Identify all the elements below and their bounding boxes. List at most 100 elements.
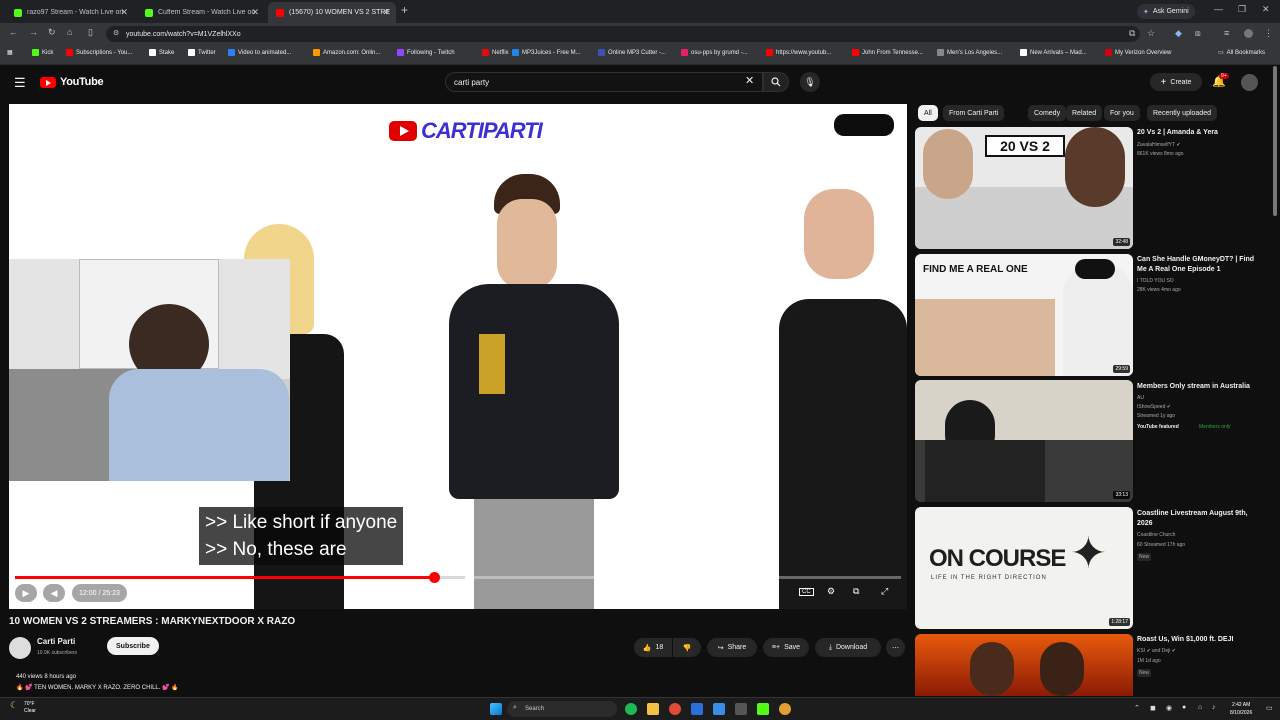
browser-tab-3[interactable]: (15670) 10 WOMEN VS 2 STRE ✕	[268, 2, 396, 23]
bookmark-item[interactable]: John From Tennesse...	[852, 49, 923, 56]
create-button[interactable]: + Create	[1150, 73, 1202, 91]
bookmark-item[interactable]: Amazon.com: Onlin...	[313, 49, 380, 56]
back-icon[interactable]: ←	[9, 27, 18, 37]
download-button[interactable]: ⤓ Download	[815, 638, 881, 657]
tray-app-icon[interactable]: ◉	[1166, 704, 1172, 712]
profile-avatar-icon[interactable]	[1244, 29, 1253, 38]
related-video-thumbnail[interactable]: FIND ME A REAL ONE 29:59	[915, 254, 1133, 376]
related-video-title[interactable]: 20 Vs 2 | Amanda & Yera	[1137, 128, 1262, 138]
play-button[interactable]: ▶	[15, 584, 37, 602]
apps-grid-icon[interactable]: ▦	[7, 49, 13, 56]
channel-name[interactable]: Carti Parti	[37, 637, 75, 646]
steam-icon[interactable]	[691, 703, 703, 715]
bookmark-item[interactable]: New Arrivals – Mad...	[1020, 49, 1087, 56]
filter-chip[interactable]: Recently uploaded	[1147, 105, 1217, 121]
video-description[interactable]: 🔥 💕 TEN WOMEN. MARKY X RAZO. ZERO CHILL.…	[16, 684, 179, 691]
filter-chip[interactable]: From Carti Parti	[943, 105, 1005, 121]
save-button[interactable]: ≡+ Save	[763, 638, 809, 657]
close-window-icon[interactable]: ✕	[1262, 4, 1270, 15]
related-video-title[interactable]: Can She Handle GMoneyDT? | Find Me A Rea…	[1137, 255, 1262, 275]
weather-widget[interactable]: 70°F Clear ☾	[10, 701, 36, 715]
bookmark-item[interactable]: Stake	[149, 49, 174, 56]
clear-search-icon[interactable]: ✕	[745, 74, 754, 87]
tray-overflow-icon[interactable]: ⌃	[1134, 704, 1140, 712]
all-bookmarks[interactable]: ▭ All Bookmarks	[1218, 49, 1265, 57]
close-tab-icon[interactable]: ✕	[251, 7, 259, 18]
close-tab-icon[interactable]: ✕	[120, 7, 128, 18]
account-avatar[interactable]	[1241, 74, 1258, 91]
extensions-puzzle-icon[interactable]: ⧈	[1195, 28, 1201, 39]
address-bar[interactable]: ⚙ youtube.com/watch?v=M1VZelhlXXo	[106, 26, 1140, 42]
filter-chip[interactable]: All	[918, 105, 938, 121]
close-tab-icon[interactable]: ✕	[382, 7, 390, 18]
bookmark-item[interactable]: Online MP3 Cutter -...	[598, 49, 666, 56]
spotify-icon[interactable]	[625, 703, 637, 715]
page-scrollbar[interactable]	[1273, 66, 1277, 216]
browser-tab-1[interactable]: razo97 Stream - Watch Live on ✕	[6, 2, 134, 23]
ask-gemini-button[interactable]: ✦ Ask Gemini	[1137, 4, 1195, 19]
related-video-title[interactable]: Members Only stream in Australia	[1137, 382, 1262, 392]
channel-avatar[interactable]	[9, 637, 31, 659]
home-icon[interactable]: ⌂	[67, 27, 72, 37]
windows-start-icon[interactable]	[490, 703, 502, 715]
tray-app-icon[interactable]: ●	[1182, 704, 1186, 711]
taskbar-search[interactable]: ⌕ Search	[507, 701, 617, 717]
chrome-canary-icon[interactable]	[779, 703, 791, 715]
like-button[interactable]: 👍 18	[634, 638, 672, 657]
voice-search-button[interactable]: 🎙	[800, 72, 820, 92]
subscribe-button[interactable]: Subscribe	[107, 637, 159, 655]
related-video-channel[interactable]: I TOLD YOU SO	[1137, 278, 1174, 285]
autoplay-toggle-icon[interactable]: ◉	[771, 586, 779, 597]
new-tab-button[interactable]: +	[401, 3, 408, 17]
bookmark-item[interactable]: Video to animated...	[228, 49, 291, 56]
subtitles-icon[interactable]: CC	[799, 588, 814, 596]
filter-chip[interactable]: For you	[1104, 105, 1140, 121]
taskbar-clock[interactable]: 2:42 AM 8/10/2026	[1230, 701, 1252, 717]
kick-app-icon[interactable]	[757, 703, 769, 715]
forward-icon[interactable]: →	[29, 27, 38, 37]
bookmark-item[interactable]: Twitter	[188, 49, 216, 56]
chrome-icon[interactable]	[669, 703, 681, 715]
search-button[interactable]	[763, 72, 789, 92]
bookmark-item[interactable]: osu-pps by grumd -...	[681, 49, 748, 56]
related-video-thumbnail[interactable]: ON COURSE LIFE IN THE RIGHT DIRECTION ✦ …	[915, 507, 1133, 629]
volume-icon[interactable]: ♪	[1212, 704, 1216, 711]
related-video-channel[interactable]: ZavalaHimselfYT ✔	[1137, 142, 1181, 149]
bookmark-item[interactable]: https://www.youtub...	[766, 49, 831, 56]
file-explorer-icon[interactable]	[647, 703, 659, 715]
related-video-thumbnail[interactable]	[915, 634, 1133, 696]
browser-tab-2[interactable]: Cuffem Stream - Watch Live on ✕	[137, 2, 265, 23]
related-video-thumbnail[interactable]: 33:13	[915, 380, 1133, 502]
video-player[interactable]: CARTIPARTI >> Like short if anyone >> No…	[9, 104, 907, 609]
bookmark-item[interactable]: Subscriptions - You...	[66, 49, 132, 56]
side-panel-icon[interactable]: ▯	[88, 27, 93, 38]
related-video-title[interactable]: Coastline Livestream August 9th, 2026	[1137, 509, 1262, 529]
miniplayer-icon[interactable]: ⧉	[853, 586, 859, 597]
progress-bar[interactable]	[15, 572, 901, 583]
bookmark-item[interactable]: Netflix	[482, 49, 509, 56]
dislike-button[interactable]: 👎	[673, 638, 701, 657]
site-info-icon[interactable]: ⚙	[113, 29, 119, 37]
media-control-icon[interactable]: ≡	[1224, 28, 1229, 38]
related-video-channel[interactable]: KSI ✔ and Deji ✔	[1137, 648, 1176, 655]
fullscreen-icon[interactable]: ⤢	[881, 586, 888, 597]
photos-icon[interactable]	[713, 703, 725, 715]
network-icon[interactable]: ⌂	[1198, 704, 1202, 711]
youtube-logo[interactable]: YouTube	[40, 76, 104, 88]
notifications-icon[interactable]: ▭	[1266, 704, 1273, 712]
progress-scrubber[interactable]	[429, 572, 441, 583]
bookmark-item[interactable]: MP3Juices - Free M...	[512, 49, 581, 56]
related-video-channel[interactable]: Coastline Church	[1137, 532, 1175, 539]
bookmark-item[interactable]: Following - Twitch	[397, 49, 455, 56]
related-video-thumbnail[interactable]: 20 VS 2 32:48	[915, 127, 1133, 249]
chrome-menu-icon[interactable]: ⋮	[1264, 28, 1273, 39]
settings-gear-icon[interactable]: ⚙	[827, 586, 835, 597]
extension-icon[interactable]: ◆	[1175, 28, 1182, 39]
share-button[interactable]: ↪ Share	[707, 638, 757, 657]
more-actions-button[interactable]: ⋯	[886, 638, 905, 657]
search-input[interactable]: carti party	[445, 72, 763, 92]
bookmark-item[interactable]: Kick	[32, 49, 53, 56]
filter-chip[interactable]: Related	[1066, 105, 1103, 121]
related-video-channel[interactable]: IShowSpeed ✔	[1137, 404, 1171, 411]
bookmark-item[interactable]: My Verizon Overview	[1105, 49, 1171, 56]
